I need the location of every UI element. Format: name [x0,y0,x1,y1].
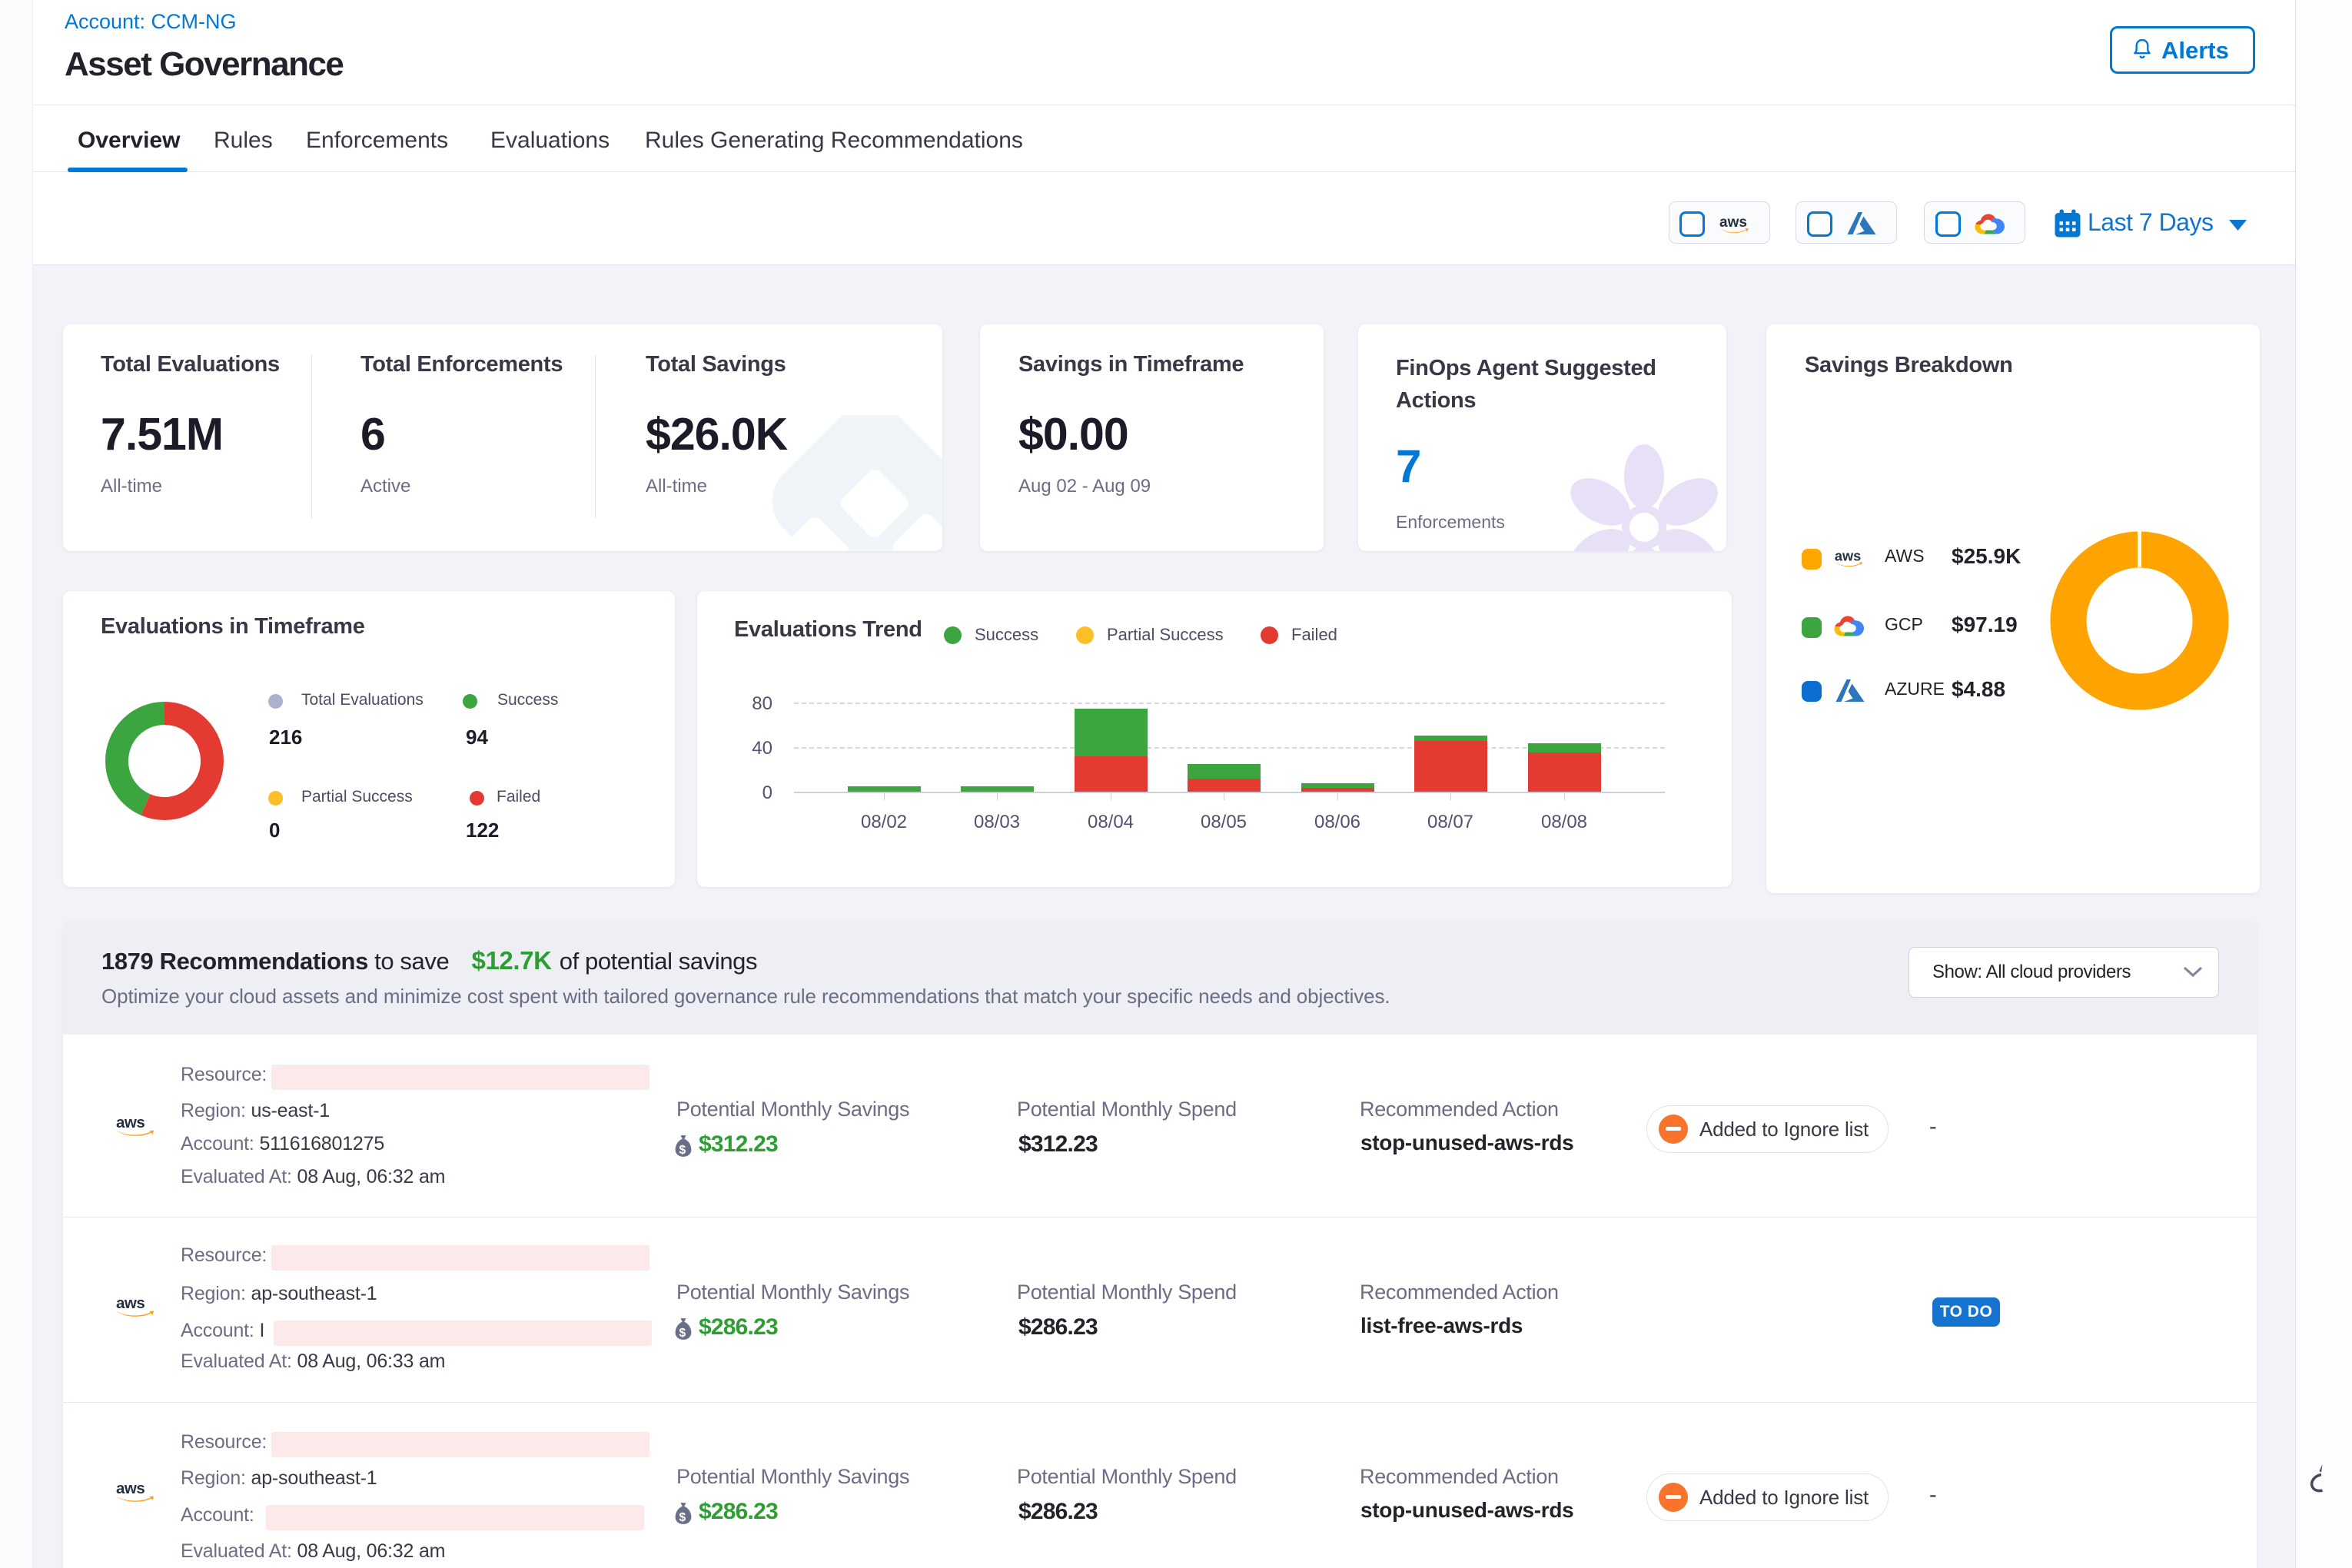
svg-text:$: $ [679,1327,686,1340]
svg-text:$: $ [679,1144,686,1157]
svg-text:aws: aws [116,1294,145,1312]
svg-text:aws: aws [116,1114,145,1131]
svg-text:aws: aws [1719,214,1747,231]
svg-text:aws: aws [1835,548,1861,563]
svg-text:$: $ [679,1511,686,1524]
svg-text:aws: aws [116,1480,145,1497]
